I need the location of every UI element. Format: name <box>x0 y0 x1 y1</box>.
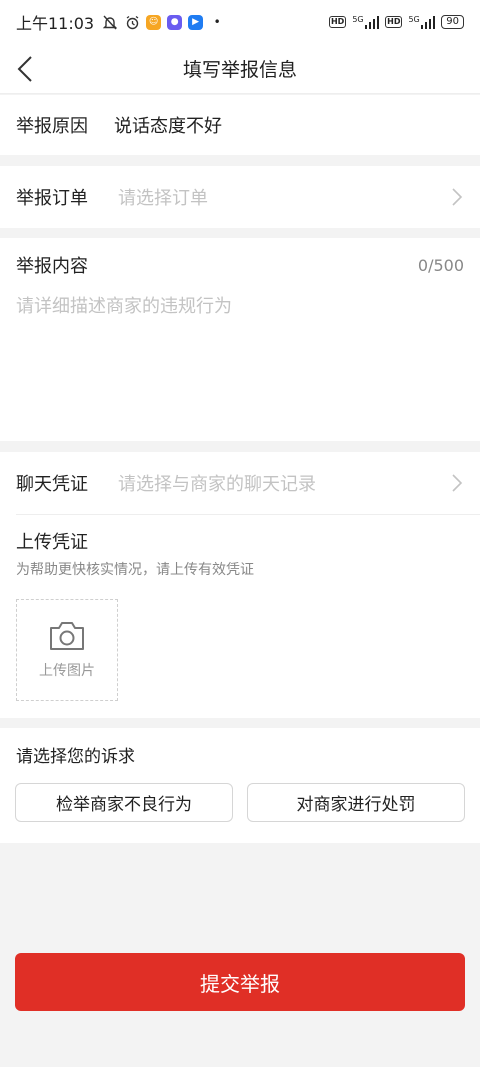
order-placeholder: 请选择订单 <box>118 188 208 209</box>
upload-image-button[interactable]: 上传图片 <box>16 599 118 701</box>
camera-icon <box>50 622 84 650</box>
chevron-right-icon <box>452 188 463 206</box>
hd-icon: HD <box>385 16 403 28</box>
chat-placeholder: 请选择与商家的聊天记录 <box>118 474 316 495</box>
chevron-left-icon <box>17 56 32 82</box>
page-title: 填写举报信息 <box>182 59 297 81</box>
status-time: 上午11:03 <box>16 14 95 33</box>
more-dot-icon: • <box>213 15 221 29</box>
reason-label: 举报原因 <box>16 116 88 137</box>
content-section[interactable]: 举报内容 0/500 请详细描述商家的违规行为 <box>0 238 480 441</box>
app-notification-icon: ☺ <box>146 14 162 30</box>
battery-indicator: 90 <box>441 15 464 29</box>
submit-button[interactable]: 提交举报 <box>15 953 465 1011</box>
reason-value: 说话态度不好 <box>114 116 222 137</box>
app-notification-icon: ● <box>167 14 183 30</box>
appeal-section: 请选择您的诉求 检举商家不良行为 对商家进行处罚 <box>0 728 480 843</box>
content-label: 举报内容 <box>16 256 88 277</box>
hd-icon: HD <box>328 16 347 28</box>
appeal-option-punish[interactable]: 对商家进行处罚 <box>247 783 465 822</box>
chat-row[interactable]: 聊天凭证 请选择与商家的聊天记录 <box>0 452 480 514</box>
mute-bell-icon <box>102 14 118 30</box>
signal-2: 5G <box>408 14 436 29</box>
upload-title: 上传凭证 <box>16 532 88 553</box>
appeal-option-report-behavior[interactable]: 检举商家不良行为 <box>15 783 233 822</box>
network-type: 5G <box>352 14 364 24</box>
chevron-right-icon <box>452 474 463 492</box>
nav-bar: 填写举报信息 <box>0 44 480 94</box>
order-row[interactable]: 举报订单 请选择订单 <box>0 166 480 228</box>
appeal-title: 请选择您的诉求 <box>16 747 135 767</box>
network-type: 5G <box>408 14 420 24</box>
app-notification-icon: ▶ <box>188 14 204 30</box>
order-label: 举报订单 <box>16 188 88 209</box>
signal-bars-icon <box>364 15 380 29</box>
back-button[interactable] <box>10 52 40 86</box>
upload-image-label: 上传图片 <box>39 663 95 679</box>
reason-row: 举报原因 说话态度不好 <box>0 95 480 155</box>
evidence-section: 聊天凭证 请选择与商家的聊天记录 上传凭证 为帮助更快核实情况，请上传有效凭证 … <box>0 452 480 718</box>
signal-1: 5G <box>352 14 380 29</box>
char-counter: 0/500 <box>417 255 464 275</box>
content-textarea[interactable]: 请详细描述商家的违规行为 <box>0 278 480 318</box>
chat-label: 聊天凭证 <box>16 474 88 495</box>
alarm-icon <box>124 14 140 30</box>
upload-hint: 为帮助更快核实情况，请上传有效凭证 <box>16 562 254 578</box>
divider <box>16 514 480 515</box>
signal-bars-icon <box>420 15 436 29</box>
status-bar: 上午11:03 ☺ ● ▶ • HD 5G HD 5G 90 <box>0 0 480 44</box>
